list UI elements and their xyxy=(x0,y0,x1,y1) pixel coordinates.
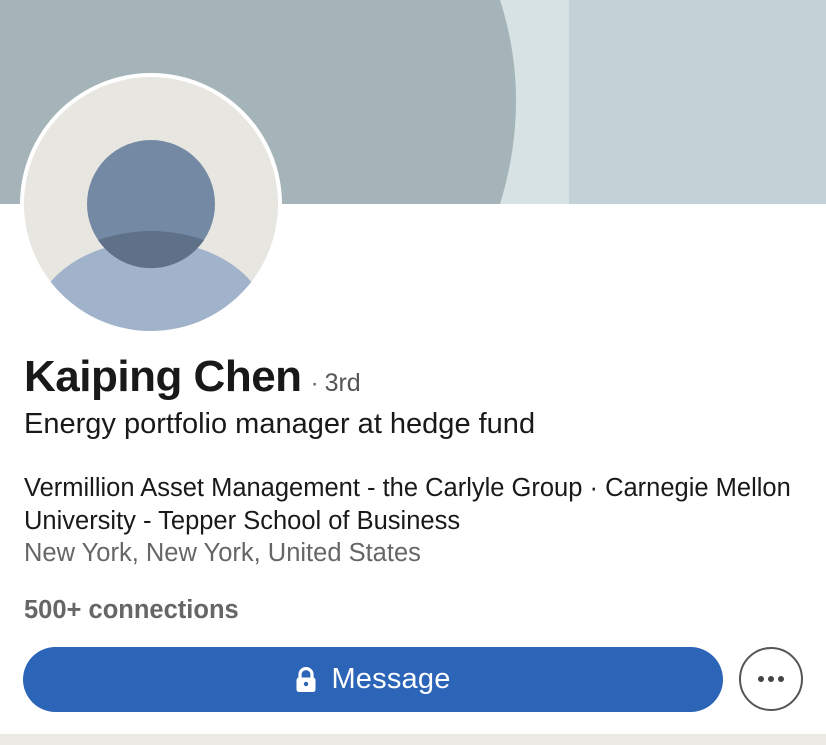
section-divider xyxy=(0,734,826,745)
lock-icon xyxy=(295,666,317,693)
degree-separator: · xyxy=(310,370,319,397)
message-button[interactable]: Message xyxy=(23,647,723,712)
name-row: Kaiping Chen · 3rd xyxy=(24,352,361,402)
connection-degree: 3rd xyxy=(324,369,361,397)
profile-headline: Energy portfolio manager at hedge fund xyxy=(24,408,536,440)
company-education[interactable]: Vermillion Asset Management - the Carlyl… xyxy=(24,472,814,538)
profile-location: New York, New York, United States xyxy=(24,539,421,567)
connections-count[interactable]: 500+ connections xyxy=(24,596,239,625)
profile-name: Kaiping Chen xyxy=(24,352,302,401)
more-horizontal-icon xyxy=(758,676,784,682)
default-avatar-icon xyxy=(24,77,278,331)
message-button-label: Message xyxy=(331,663,451,695)
more-actions-button[interactable] xyxy=(739,647,803,711)
profile-avatar[interactable] xyxy=(20,73,282,335)
